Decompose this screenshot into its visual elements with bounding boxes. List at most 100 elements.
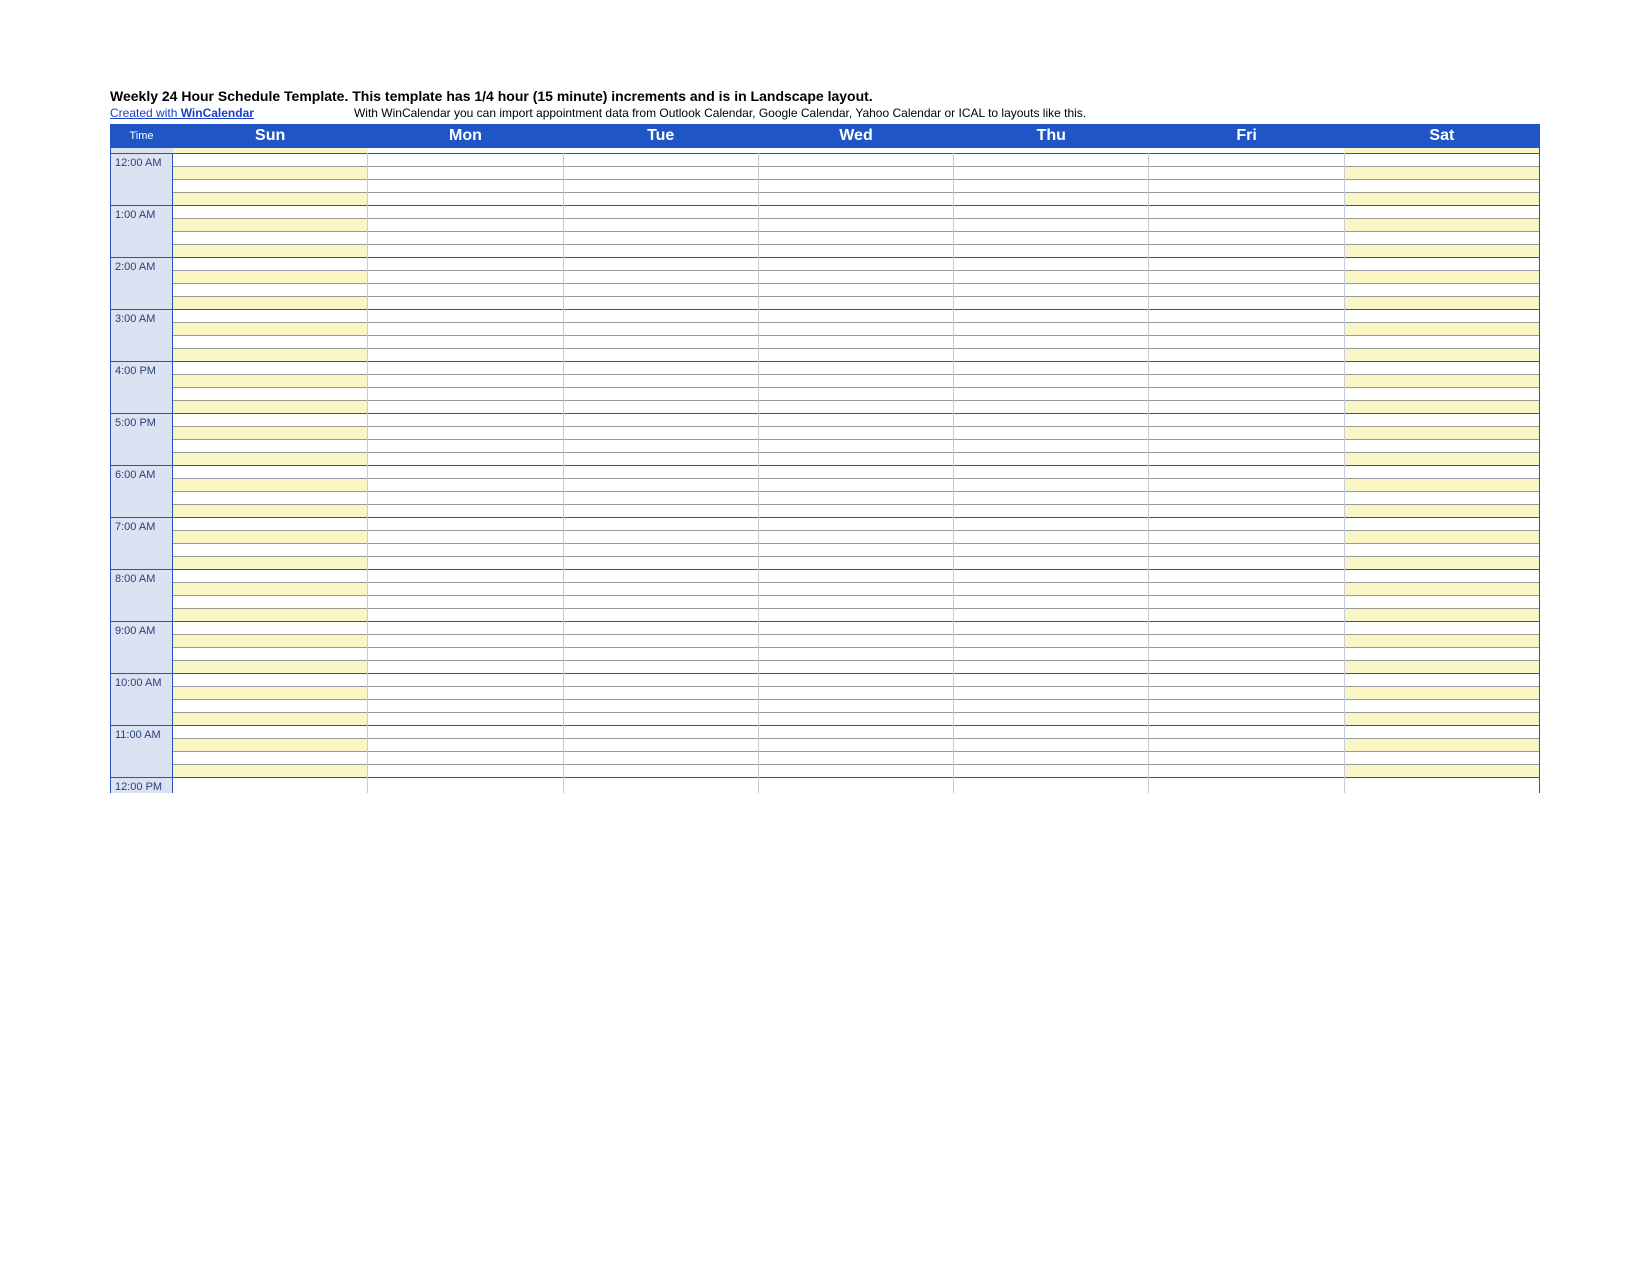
schedule-cell[interactable] [954,518,1149,531]
schedule-cell[interactable] [173,453,368,466]
schedule-cell[interactable] [1149,310,1344,323]
schedule-cell[interactable] [563,622,758,635]
schedule-cell[interactable] [954,362,1149,375]
schedule-cell[interactable] [563,232,758,245]
schedule-cell[interactable] [173,531,368,544]
schedule-cell[interactable] [368,583,563,596]
schedule-cell[interactable] [1344,492,1539,505]
schedule-cell[interactable] [1344,752,1539,765]
schedule-cell[interactable] [368,427,563,440]
schedule-cell[interactable] [954,778,1149,794]
schedule-cell[interactable] [563,401,758,414]
schedule-cell[interactable] [1344,609,1539,622]
schedule-cell[interactable] [563,648,758,661]
schedule-cell[interactable] [954,323,1149,336]
schedule-cell[interactable] [368,596,563,609]
schedule-cell[interactable] [1149,414,1344,427]
schedule-cell[interactable] [758,258,953,271]
schedule-cell[interactable] [758,440,953,453]
schedule-cell[interactable] [954,180,1149,193]
schedule-cell[interactable] [758,349,953,362]
schedule-cell[interactable] [173,583,368,596]
schedule-cell[interactable] [1344,310,1539,323]
schedule-cell[interactable] [368,700,563,713]
schedule-cell[interactable] [1344,453,1539,466]
schedule-cell[interactable] [563,674,758,687]
schedule-cell[interactable] [758,219,953,232]
schedule-cell[interactable] [1344,323,1539,336]
schedule-cell[interactable] [758,778,953,794]
schedule-cell[interactable] [563,544,758,557]
schedule-cell[interactable] [1344,258,1539,271]
schedule-cell[interactable] [758,362,953,375]
schedule-cell[interactable] [368,245,563,258]
schedule-cell[interactable] [1344,518,1539,531]
schedule-cell[interactable] [368,362,563,375]
schedule-cell[interactable] [1149,466,1344,479]
schedule-cell[interactable] [1149,167,1344,180]
schedule-cell[interactable] [954,154,1149,167]
schedule-cell[interactable] [173,544,368,557]
schedule-cell[interactable] [368,505,563,518]
schedule-cell[interactable] [758,661,953,674]
schedule-cell[interactable] [368,648,563,661]
schedule-cell[interactable] [1149,388,1344,401]
schedule-cell[interactable] [758,687,953,700]
schedule-cell[interactable] [563,310,758,323]
schedule-cell[interactable] [563,635,758,648]
schedule-cell[interactable] [1149,154,1344,167]
schedule-cell[interactable] [954,167,1149,180]
schedule-cell[interactable] [954,622,1149,635]
schedule-cell[interactable] [563,661,758,674]
schedule-cell[interactable] [758,232,953,245]
schedule-cell[interactable] [368,544,563,557]
schedule-cell[interactable] [368,310,563,323]
schedule-cell[interactable] [173,778,368,794]
schedule-cell[interactable] [563,570,758,583]
schedule-cell[interactable] [368,713,563,726]
schedule-cell[interactable] [1344,479,1539,492]
created-with-link[interactable]: Created with WinCalendar [110,106,254,120]
schedule-cell[interactable] [173,622,368,635]
schedule-cell[interactable] [758,297,953,310]
schedule-cell[interactable] [758,518,953,531]
schedule-cell[interactable] [173,310,368,323]
schedule-cell[interactable] [1344,687,1539,700]
schedule-cell[interactable] [1344,635,1539,648]
schedule-cell[interactable] [1344,388,1539,401]
schedule-cell[interactable] [1149,596,1344,609]
schedule-cell[interactable] [1149,219,1344,232]
schedule-cell[interactable] [954,726,1149,739]
schedule-cell[interactable] [1149,375,1344,388]
schedule-cell[interactable] [954,375,1149,388]
schedule-cell[interactable] [563,219,758,232]
schedule-cell[interactable] [173,557,368,570]
schedule-cell[interactable] [758,544,953,557]
schedule-cell[interactable] [173,427,368,440]
schedule-cell[interactable] [954,219,1149,232]
schedule-cell[interactable] [1149,492,1344,505]
schedule-cell[interactable] [954,700,1149,713]
schedule-cell[interactable] [173,752,368,765]
schedule-cell[interactable] [368,154,563,167]
schedule-cell[interactable] [563,713,758,726]
schedule-cell[interactable] [954,401,1149,414]
schedule-cell[interactable] [1149,401,1344,414]
schedule-cell[interactable] [173,414,368,427]
schedule-cell[interactable] [368,193,563,206]
schedule-cell[interactable] [758,167,953,180]
schedule-cell[interactable] [1149,570,1344,583]
schedule-cell[interactable] [954,271,1149,284]
schedule-cell[interactable] [563,778,758,794]
schedule-cell[interactable] [954,245,1149,258]
schedule-cell[interactable] [563,505,758,518]
schedule-cell[interactable] [954,297,1149,310]
schedule-cell[interactable] [1344,154,1539,167]
schedule-cell[interactable] [173,297,368,310]
schedule-cell[interactable] [758,752,953,765]
schedule-cell[interactable] [1344,700,1539,713]
schedule-cell[interactable] [368,349,563,362]
schedule-cell[interactable] [1344,167,1539,180]
schedule-cell[interactable] [954,466,1149,479]
schedule-cell[interactable] [173,193,368,206]
